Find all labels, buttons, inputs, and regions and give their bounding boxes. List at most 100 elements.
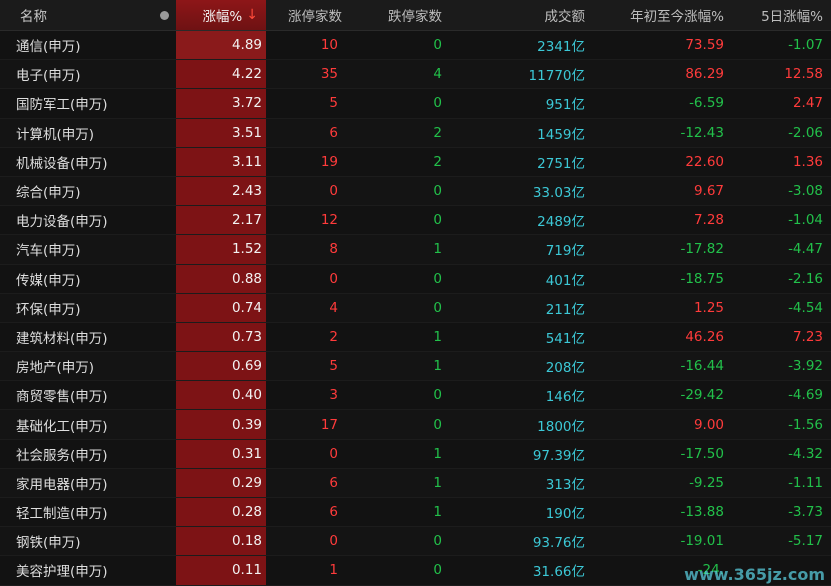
table-row[interactable]: 电力设备(申万) 2.17 12 0 2489亿 7.28 -1.04 <box>0 206 831 236</box>
change-pct: 3.72 <box>176 89 266 118</box>
table-row[interactable]: 传媒(申万) 0.88 0 0 401亿 -18.75 -2.16 <box>0 264 831 294</box>
ytd-change: 9.67 <box>693 183 724 200</box>
limit-up-count: 2 <box>329 328 338 345</box>
change-pct: 0.73 <box>176 322 266 352</box>
table-row[interactable]: 轻工制造(申万) 0.28 6 1 190亿 -13.88 -3.73 <box>0 498 831 528</box>
turnover: 93.76亿 <box>532 535 585 552</box>
limit-down-count: 0 <box>433 183 442 200</box>
limit-up-count: 0 <box>329 270 338 287</box>
turnover: 313亿 <box>545 476 585 493</box>
change-pct: 0.88 <box>176 264 266 293</box>
row-marker <box>152 469 176 497</box>
sector-name: 基础化工(申万) <box>16 418 108 435</box>
change-pct: 0.28 <box>176 498 266 527</box>
limit-up-count: 0 <box>329 533 338 550</box>
dot-icon <box>159 10 169 20</box>
sector-name: 建筑材料(申万) <box>16 330 108 347</box>
ytd-change: -6.59 <box>689 95 724 112</box>
sector-name: 通信(申万) <box>16 39 81 56</box>
table-body: 通信(申万) 4.89 10 0 2341亿 73.59 -1.07 电子(申万) 4.22 35… <box>0 31 831 586</box>
turnover: 2341亿 <box>537 39 585 56</box>
row-marker <box>152 323 176 351</box>
five-day-change: -3.08 <box>788 183 823 200</box>
table-row[interactable]: 家用电器(申万) 0.29 6 1 313亿 -9.25 -1.11 <box>0 468 831 498</box>
watermark: www.365jz.com <box>684 564 825 584</box>
turnover: 208亿 <box>545 360 585 377</box>
ytd-change: -19.01 <box>680 533 724 550</box>
table-row[interactable]: 汽车(申万) 1.52 8 1 719亿 -17.82 -4.47 <box>0 235 831 265</box>
table-row[interactable]: 环保(申万) 0.74 4 0 211亿 1.25 -4.54 <box>0 293 831 323</box>
sector-name: 社会服务(申万) <box>16 447 108 464</box>
five-day-change: 1.36 <box>792 153 823 170</box>
col-header-name[interactable]: 名称 <box>0 0 152 30</box>
table-row[interactable]: 通信(申万) 4.89 10 0 2341亿 73.59 -1.07 <box>0 31 831 61</box>
col-header-down[interactable]: 跌停家数 <box>370 0 470 30</box>
ytd-change: -17.82 <box>680 241 724 258</box>
limit-up-count: 8 <box>329 241 338 258</box>
turnover: 951亿 <box>545 97 585 114</box>
change-pct: 0.74 <box>176 293 266 322</box>
limit-up-count: 6 <box>329 474 338 491</box>
five-day-change: -1.11 <box>788 474 823 491</box>
change-pct: 3.51 <box>176 118 266 147</box>
turnover: 401亿 <box>545 272 585 289</box>
table-row[interactable]: 商贸零售(申万) 0.40 3 0 146亿 -29.42 -4.69 <box>0 381 831 411</box>
ytd-change: -29.42 <box>680 387 724 404</box>
limit-down-count: 0 <box>433 299 442 316</box>
ytd-change: -16.44 <box>680 358 724 375</box>
five-day-change: -4.54 <box>788 299 823 316</box>
table-row[interactable]: 钢铁(申万) 0.18 0 0 93.76亿 -19.01 -5.17 <box>0 527 831 557</box>
five-day-change: -4.32 <box>788 445 823 462</box>
table-row[interactable]: 基础化工(申万) 0.39 17 0 1800亿 9.00 -1.56 <box>0 410 831 440</box>
change-pct: 2.43 <box>176 176 266 206</box>
col-header-5d-label: 5日涨幅% <box>761 9 823 25</box>
col-header-ytd-label: 年初至今涨幅% <box>630 9 724 25</box>
table-row[interactable]: 房地产(申万) 0.69 5 1 208亿 -16.44 -3.92 <box>0 352 831 382</box>
col-header-ytd[interactable]: 年初至今涨幅% <box>589 0 728 30</box>
sector-name: 电力设备(申万) <box>16 214 108 231</box>
turnover: 31.66亿 <box>532 564 585 581</box>
change-pct: 0.31 <box>176 439 266 468</box>
limit-up-count: 3 <box>329 387 338 404</box>
turnover: 1800亿 <box>537 418 585 435</box>
sector-name: 国防军工(申万) <box>16 97 108 114</box>
row-marker <box>152 498 176 526</box>
limit-down-count: 0 <box>433 387 442 404</box>
limit-up-count: 35 <box>320 66 338 83</box>
sector-name: 汽车(申万) <box>16 243 81 260</box>
ytd-change: -9.25 <box>689 474 724 491</box>
five-day-change: -4.47 <box>788 241 823 258</box>
change-pct: 0.11 <box>176 556 266 585</box>
five-day-change: 7.23 <box>792 328 823 345</box>
row-marker <box>152 177 176 205</box>
five-day-change: 12.58 <box>784 66 823 83</box>
table-row[interactable]: 计算机(申万) 3.51 6 2 1459亿 -12.43 -2.06 <box>0 118 831 148</box>
col-header-5d[interactable]: 5日涨幅% <box>728 0 831 30</box>
table-row[interactable]: 综合(申万) 2.43 0 0 33.03亿 9.67 -3.08 <box>0 176 831 207</box>
row-marker <box>152 31 176 59</box>
sector-table: 名称 涨幅% ↓ 涨停家数 跌停家数 成交额 年初至今涨幅% 5日涨幅% 通信(… <box>0 0 831 586</box>
turnover: 190亿 <box>545 506 585 523</box>
row-marker <box>152 148 176 176</box>
table-row[interactable]: 建筑材料(申万) 0.73 2 1 541亿 46.26 7.23 <box>0 322 831 353</box>
change-pct: 3.11 <box>176 147 266 176</box>
sector-name: 传媒(申万) <box>16 272 81 289</box>
limit-up-count: 10 <box>320 37 338 54</box>
table-row[interactable]: 国防军工(申万) 3.72 5 0 951亿 -6.59 2.47 <box>0 89 831 119</box>
limit-down-count: 1 <box>433 328 442 345</box>
table-row[interactable]: 机械设备(申万) 3.11 19 2 2751亿 22.60 1.36 <box>0 147 831 177</box>
col-header-volume[interactable]: 成交额 <box>470 0 589 30</box>
column-settings-button[interactable] <box>152 0 176 30</box>
table-row[interactable]: 电子(申万) 4.22 35 4 11770亿 86.29 12.58 <box>0 60 831 90</box>
col-header-up[interactable]: 涨停家数 <box>266 0 370 30</box>
row-marker <box>152 440 176 468</box>
col-header-pct[interactable]: 涨幅% ↓ <box>176 0 266 30</box>
five-day-change: -1.07 <box>788 37 823 54</box>
row-marker <box>152 294 176 322</box>
ytd-change: -17.50 <box>680 445 724 462</box>
limit-down-count: 0 <box>433 212 442 229</box>
table-row[interactable]: 社会服务(申万) 0.31 0 1 97.39亿 -17.50 -4.32 <box>0 439 831 469</box>
sector-name: 综合(申万) <box>16 185 81 202</box>
limit-down-count: 0 <box>433 270 442 287</box>
sector-name: 商贸零售(申万) <box>16 389 108 406</box>
